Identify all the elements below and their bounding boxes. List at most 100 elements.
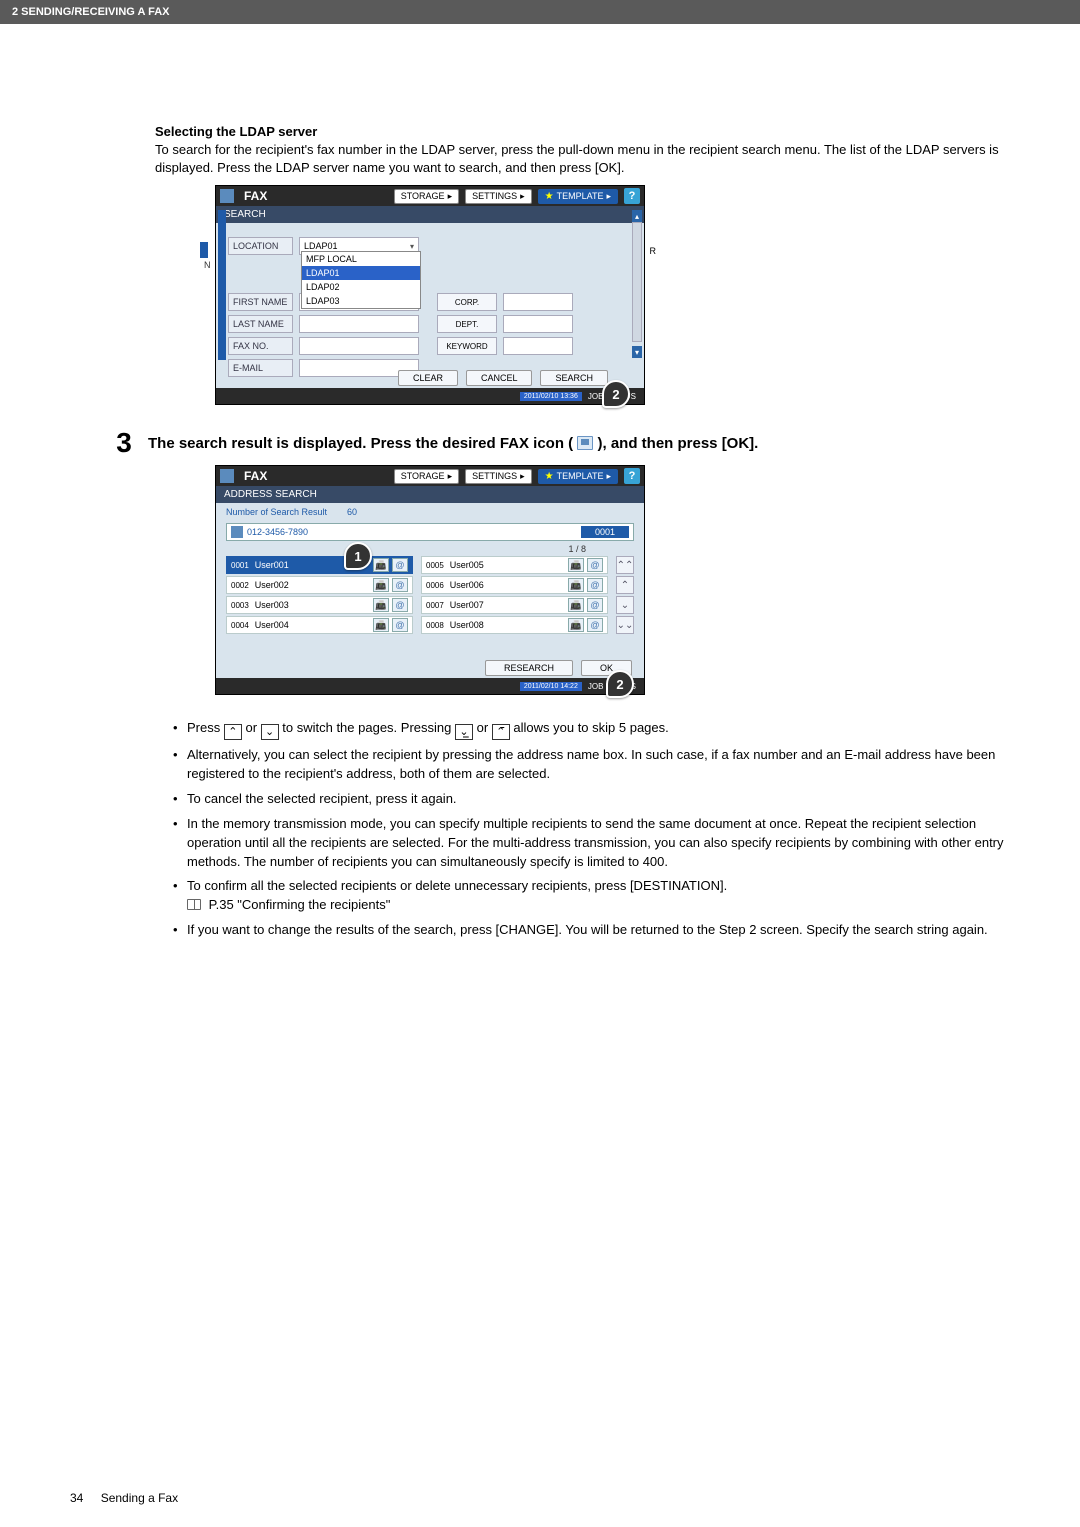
result-row[interactable]: 0001 User001 📠@ (226, 556, 413, 574)
status-bar: 2011/02/10 13:36 JOB STATUS (216, 388, 644, 404)
mail-select-icon[interactable]: @ (587, 578, 603, 592)
book-icon (187, 899, 201, 910)
star-icon: ★ (545, 471, 554, 482)
fax-select-icon[interactable]: 📠 (373, 618, 389, 632)
selected-recipient-chip: 012-3456-7890 0001 (226, 523, 634, 541)
titlebar-fax-label: FAX (240, 189, 267, 203)
scroll-up-icon[interactable]: ⌃ (616, 576, 634, 594)
panel-footer: CLEAR CANCEL SEARCH (216, 370, 644, 386)
result-row[interactable]: 0006 User006 📠@ (421, 576, 608, 594)
mail-select-icon[interactable]: @ (392, 558, 408, 572)
note-item: Alternatively, you can select the recipi… (173, 746, 1010, 784)
note-item: Press ⌃ or ⌄ to switch the pages. Pressi… (173, 719, 1010, 740)
note-item: To confirm all the selected recipients o… (173, 877, 1010, 915)
settings-button[interactable]: SETTINGS▸ (465, 469, 532, 484)
storage-button[interactable]: STORAGE▸ (394, 469, 459, 484)
result-count-label: Number of Search Result (226, 507, 327, 517)
page-down-icon: ⌄ (261, 724, 279, 740)
skip-down-icon: ⌄̲ (455, 724, 473, 740)
titlebar-fax-label: FAX (240, 469, 267, 483)
research-button[interactable]: RESEARCH (485, 660, 573, 676)
fax-icon (220, 189, 234, 203)
fax-icon (220, 469, 234, 483)
location-dropdown-list[interactable]: MFP LOCAL LDAP01 LDAP02 LDAP03 (301, 251, 421, 309)
scroll-down-icon[interactable]: ⌄ (616, 596, 634, 614)
corp-input[interactable] (503, 293, 573, 311)
template-button[interactable]: ★TEMPLATE▸ (538, 469, 618, 484)
keyword-input[interactable] (503, 337, 573, 355)
page-footer: 34 Sending a Fax (70, 1491, 178, 1505)
panel-subtitle: ADDRESS SEARCH (216, 486, 644, 503)
status-datetime: 2011/02/10 14:22 (520, 682, 582, 691)
subsection-heading: Selecting the LDAP server (155, 124, 1010, 139)
clear-button[interactable]: CLEAR (398, 370, 458, 386)
result-count-row: Number of Search Result 60 (216, 503, 644, 521)
dropdown-item[interactable]: MFP LOCAL (302, 252, 420, 266)
mail-select-icon[interactable]: @ (392, 598, 408, 612)
storage-button[interactable]: STORAGE▸ (394, 189, 459, 204)
settings-button[interactable]: SETTINGS▸ (465, 189, 532, 204)
template-button[interactable]: ★TEMPLATE▸ (538, 189, 618, 204)
location-value: LDAP01 (304, 241, 338, 251)
result-row[interactable]: 0002 User002 📠@ (226, 576, 413, 594)
right-char: R (650, 246, 657, 256)
dropdown-item[interactable]: LDAP01 (302, 266, 420, 280)
address-search-panel: FAX STORAGE▸ SETTINGS▸ ★TEMPLATE▸ ? ADDR… (215, 465, 645, 695)
result-row[interactable]: 0004 User004 📠@ (226, 616, 413, 634)
fax-select-icon[interactable]: 📠 (373, 558, 389, 572)
step-number: 3 (110, 429, 138, 457)
footer-section-title: Sending a Fax (101, 1491, 178, 1505)
page-up-icon: ⌃ (224, 724, 242, 740)
fax-no-input[interactable] (299, 337, 419, 355)
location-label: LOCATION (228, 237, 293, 255)
status-bar: 2011/02/10 14:22 JOB STATUS (216, 678, 644, 694)
fax-select-icon[interactable]: 📠 (568, 598, 584, 612)
subsection-intro: To search for the recipient's fax number… (155, 141, 1010, 177)
mail-select-icon[interactable]: @ (392, 578, 408, 592)
mail-select-icon[interactable]: @ (587, 618, 603, 632)
fax-select-icon[interactable]: 📠 (373, 578, 389, 592)
last-name-label: LAST NAME (228, 315, 293, 333)
result-count-value: 60 (347, 507, 357, 517)
help-button[interactable]: ? (624, 468, 640, 484)
skip-up-icon: ⌃̄ (492, 724, 510, 740)
cancel-button[interactable]: CANCEL (466, 370, 533, 386)
page-indicator: 1 / 8 (216, 541, 644, 556)
fax-select-icon[interactable]: 📠 (373, 598, 389, 612)
mail-select-icon[interactable]: @ (587, 598, 603, 612)
keyword-button[interactable]: KEYWORD (437, 337, 497, 355)
cross-reference-link[interactable]: P.35 "Confirming the recipients" (209, 897, 391, 912)
scroll-top-icon[interactable]: ▴ (632, 210, 642, 222)
dept-button[interactable]: DEPT. (437, 315, 497, 333)
fax-icon (231, 526, 243, 538)
result-row[interactable]: 0005 User005 📠@ (421, 556, 608, 574)
dropdown-item[interactable]: LDAP03 (302, 294, 420, 308)
first-name-label: FIRST NAME (228, 293, 293, 311)
fax-no-label: FAX NO. (228, 337, 293, 355)
dropdown-item[interactable]: LDAP02 (302, 280, 420, 294)
page-number: 34 (70, 1491, 83, 1505)
mail-select-icon[interactable]: @ (392, 618, 408, 632)
scroll-fast-up-icon[interactable]: ⌃⌃ (616, 556, 634, 574)
step-instruction: The search result is displayed. Press th… (148, 429, 1010, 457)
page-content: Selecting the LDAP server To search for … (0, 24, 1080, 1006)
result-row[interactable]: 0008 User008 📠@ (421, 616, 608, 634)
result-row[interactable]: 0003 User003 📠@ (226, 596, 413, 614)
fax-select-icon[interactable]: 📠 (568, 558, 584, 572)
notes-list: Press ⌃ or ⌄ to switch the pages. Pressi… (173, 719, 1010, 940)
fax-select-icon[interactable]: 📠 (568, 578, 584, 592)
note-item: If you want to change the results of the… (173, 921, 1010, 940)
search-button[interactable]: SEARCH (540, 370, 608, 386)
panel-titlebar: FAX STORAGE▸ SETTINGS▸ ★TEMPLATE▸ ? (216, 466, 644, 486)
mail-select-icon[interactable]: @ (587, 558, 603, 572)
fax-select-icon[interactable]: 📠 (568, 618, 584, 632)
fax-inline-icon (577, 436, 593, 450)
help-button[interactable]: ? (624, 188, 640, 204)
last-name-input[interactable] (299, 315, 419, 333)
panel-footer: RESEARCH OK (216, 660, 644, 676)
corp-button[interactable]: CORP. (437, 293, 497, 311)
note-item: To cancel the selected recipient, press … (173, 790, 1010, 809)
scroll-fast-down-icon[interactable]: ⌄⌄ (616, 616, 634, 634)
result-row[interactable]: 0007 User007 📠@ (421, 596, 608, 614)
dept-input[interactable] (503, 315, 573, 333)
